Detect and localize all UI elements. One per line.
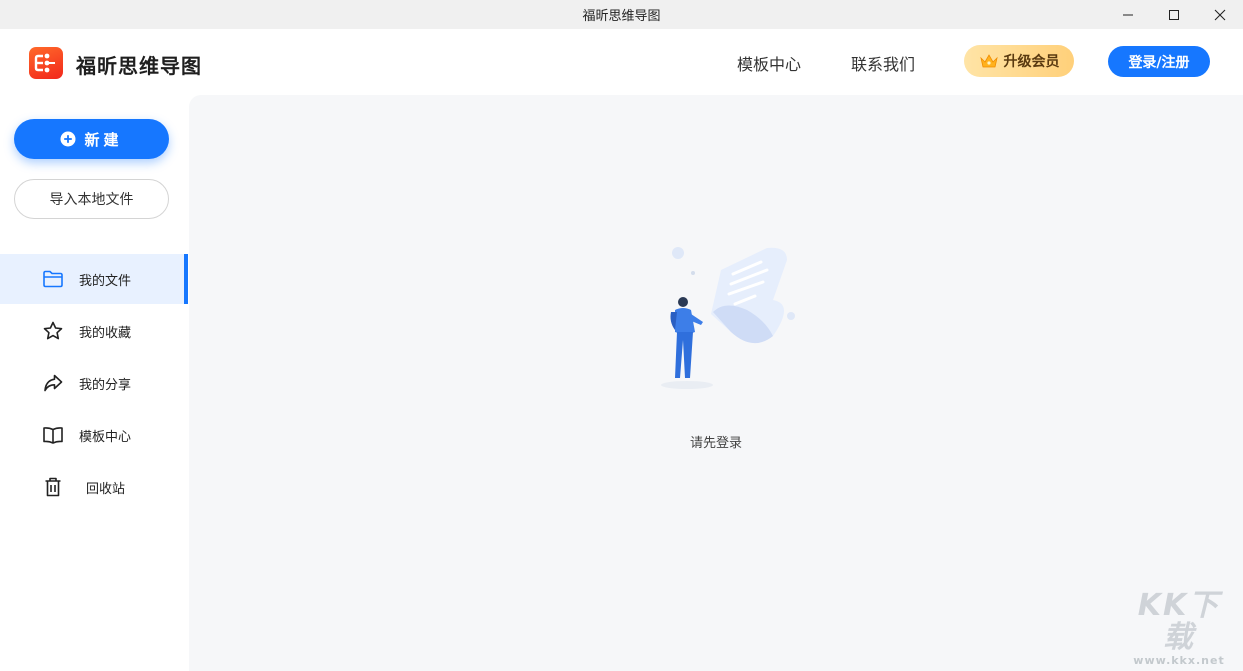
maximize-icon <box>1168 9 1180 21</box>
maximize-button[interactable] <box>1151 0 1197 29</box>
window-title: 福昕思维导图 <box>582 5 660 24</box>
watermark-url: www.kkx.net <box>1123 654 1235 667</box>
star-icon <box>41 319 65 343</box>
upgrade-vip-label: 升级会员 <box>1004 51 1060 71</box>
watermark-text: KK下载 <box>1123 590 1235 654</box>
folder-icon <box>41 267 65 291</box>
app-header: 福昕思维导图 模板中心 联系我们 升级会员 登录/注册 <box>0 29 1243 95</box>
sidebar-item-label: 我的文件 <box>79 270 131 289</box>
sidebar-item-label: 回收站 <box>86 478 125 497</box>
app-logo <box>29 47 63 79</box>
app-name: 福昕思维导图 <box>76 50 202 79</box>
window-controls <box>1105 0 1243 29</box>
mindmap-logo-icon <box>34 52 58 74</box>
watermark: KK下载 www.kkx.net <box>1123 590 1235 667</box>
window-titlebar: 福昕思维导图 <box>0 0 1243 29</box>
new-button[interactable]: 新建 <box>14 119 169 159</box>
crown-icon <box>979 52 999 70</box>
nav-templates-link[interactable]: 模板中心 <box>737 51 801 75</box>
sidebar-item-label: 我的收藏 <box>79 322 131 341</box>
book-icon <box>41 423 65 447</box>
sidebar-item-shares[interactable]: 我的分享 <box>0 358 188 408</box>
close-button[interactable] <box>1197 0 1243 29</box>
sidebar-item-templates[interactable]: 模板中心 <box>0 410 188 460</box>
share-icon <box>41 371 65 395</box>
trash-icon <box>41 475 65 499</box>
upgrade-vip-button[interactable]: 升级会员 <box>964 45 1074 77</box>
sidebar-item-my-files[interactable]: 我的文件 <box>0 254 188 304</box>
sidebar-item-label: 我的分享 <box>79 374 131 393</box>
login-register-button[interactable]: 登录/注册 <box>1108 46 1210 77</box>
new-button-label: 新建 <box>84 129 122 150</box>
person-with-document-icon <box>649 240 809 400</box>
sidebar-item-trash[interactable]: 回收站 <box>0 462 188 512</box>
sidebar-item-label: 模板中心 <box>79 426 131 445</box>
nav-contact-link[interactable]: 联系我们 <box>851 51 915 75</box>
empty-state-message: 请先登录 <box>189 432 1243 451</box>
minimize-icon <box>1122 9 1134 21</box>
sidebar: 新建 导入本地文件 我的文件 我的收藏 我的分享 模板中心 回收站 <box>0 95 188 671</box>
close-icon <box>1214 9 1226 21</box>
minimize-button[interactable] <box>1105 0 1151 29</box>
plus-circle-icon <box>60 131 76 147</box>
main-content: 请先登录 <box>189 95 1243 671</box>
import-local-file-button[interactable]: 导入本地文件 <box>14 179 169 219</box>
sidebar-item-favorites[interactable]: 我的收藏 <box>0 306 188 356</box>
